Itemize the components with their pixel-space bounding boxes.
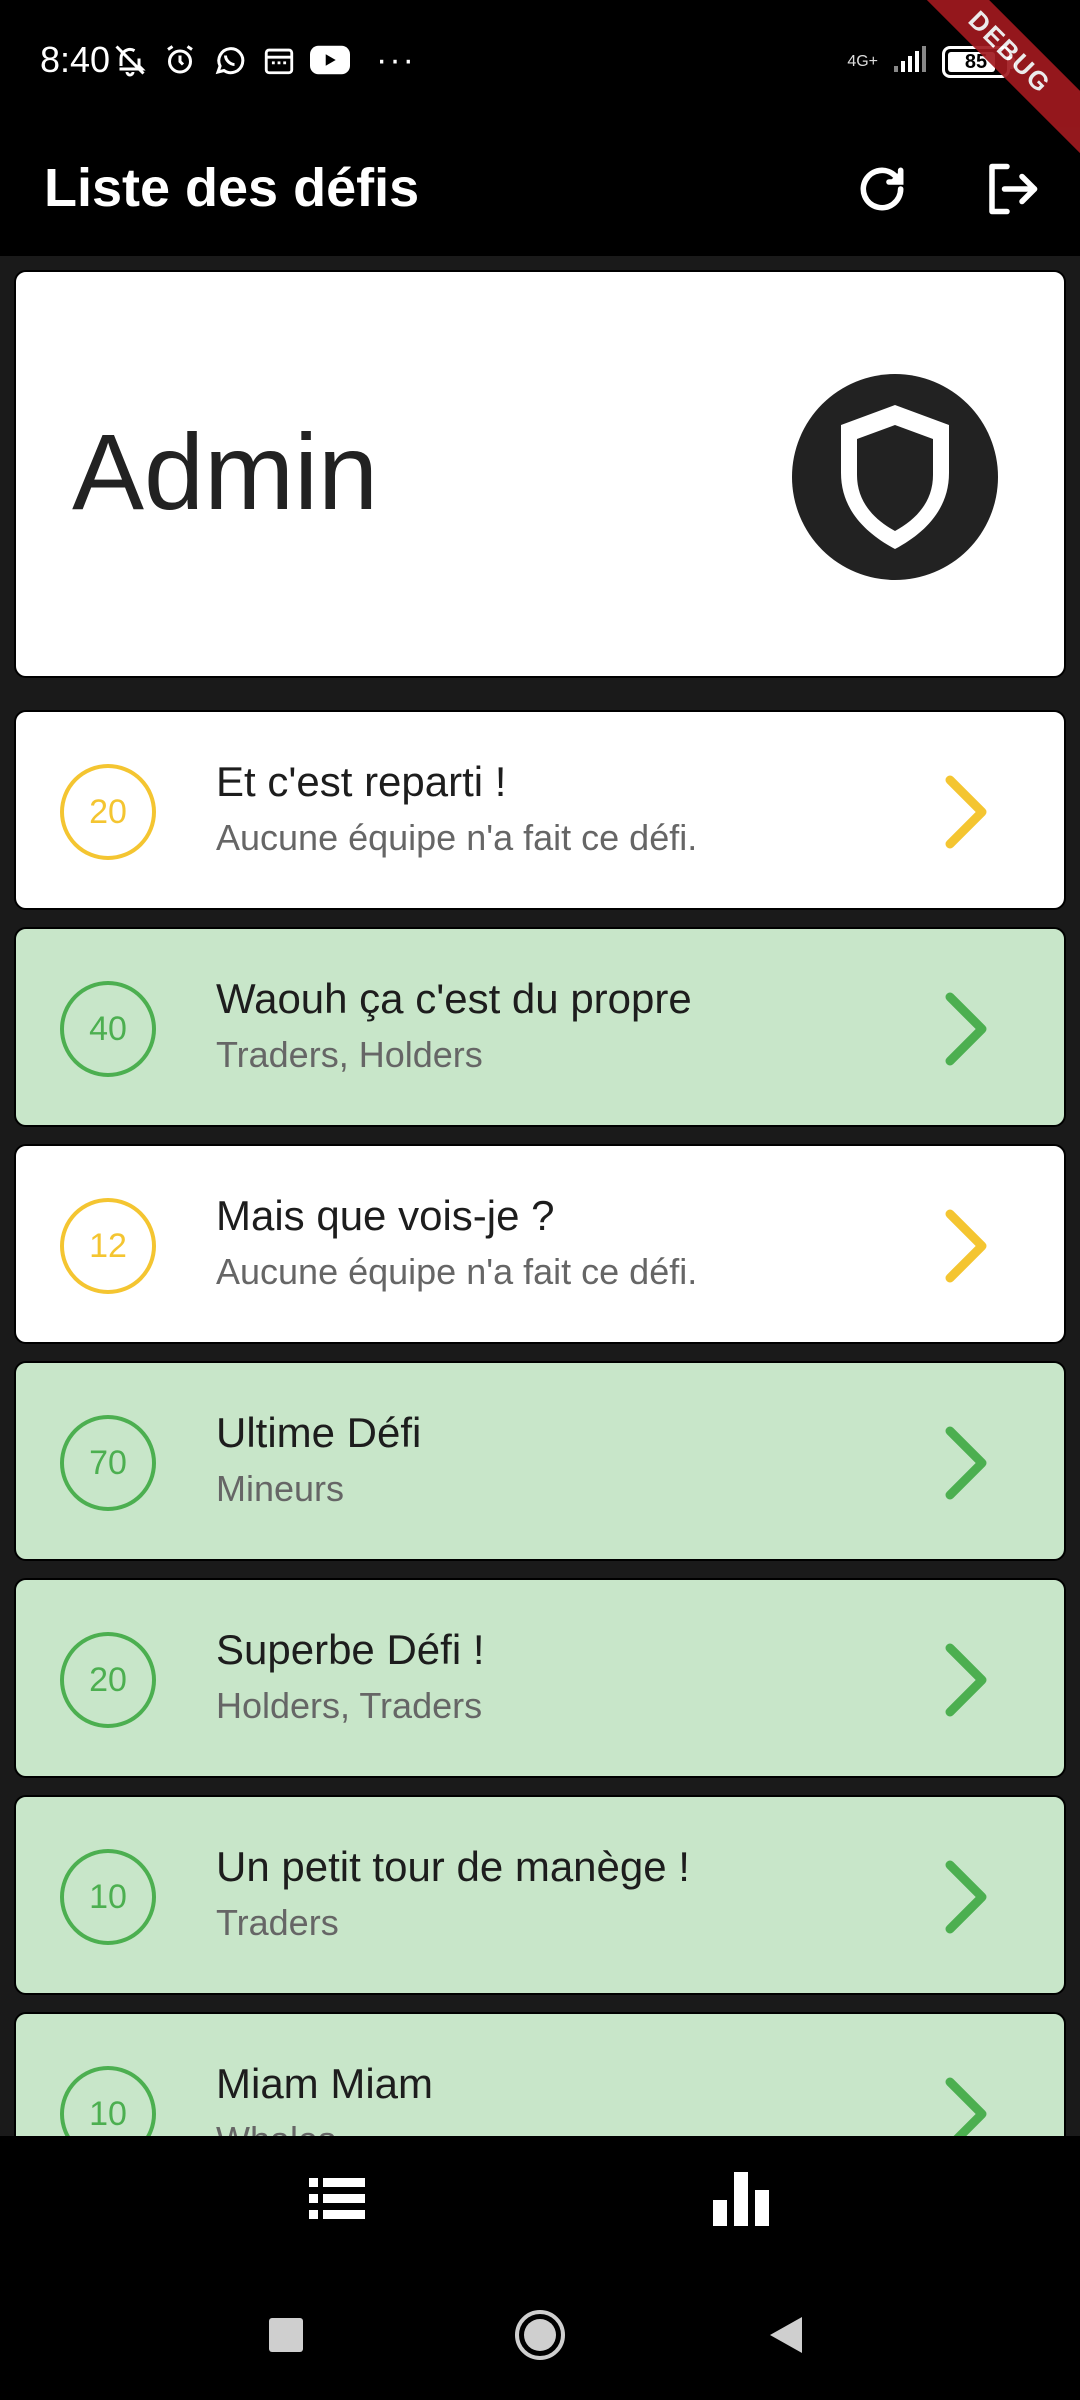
admin-card: Admin	[14, 270, 1066, 678]
back-icon	[768, 2315, 804, 2360]
nav-challenges-list[interactable]	[277, 2156, 397, 2246]
points-badge: 10	[60, 2066, 156, 2136]
admin-name: Admin	[72, 411, 379, 532]
chevron-right-icon	[945, 1643, 987, 1717]
challenge-title: Et c'est reparti !	[216, 758, 507, 805]
logout-icon	[982, 159, 1042, 224]
challenge-item[interactable]: 10 Miam Miam Whales	[14, 2012, 1066, 2136]
status-time: 8:40	[40, 39, 111, 80]
network-type: 4G+	[847, 52, 878, 70]
chevron-right-icon	[945, 1860, 987, 1934]
chevron-right-icon	[945, 1209, 987, 1283]
challenge-teams: Whales	[216, 2118, 336, 2136]
refresh-icon	[854, 161, 910, 222]
signal-icon	[892, 44, 928, 79]
points-badge: 20	[60, 764, 156, 860]
challenge-item[interactable]: 40 Waouh ça c'est du propre Traders, Hol…	[14, 927, 1066, 1127]
challenge-title: Un petit tour de manège !	[216, 1843, 690, 1890]
challenge-teams: Mineurs	[216, 1468, 345, 1509]
challenge-title: Miam Miam	[216, 2060, 433, 2107]
recents-button[interactable]	[246, 2302, 326, 2372]
challenge-title: Mais que vois-je ?	[216, 1192, 555, 1239]
points-badge: 10	[60, 1849, 156, 1945]
challenge-item[interactable]: 20 Et c'est reparti ! Aucune équipe n'a …	[14, 710, 1066, 910]
overflow-dots: ···	[376, 41, 416, 79]
chevron-right-icon	[945, 2077, 987, 2136]
challenge-item[interactable]: 70 Ultime Défi Mineurs	[14, 1361, 1066, 1561]
points-badge: 40	[60, 981, 156, 1077]
nav-statistics[interactable]	[682, 2156, 802, 2246]
list-icon	[309, 2176, 365, 2227]
points-badge: 70	[60, 1415, 156, 1511]
bar-chart-icon	[713, 2171, 771, 2231]
home-icon	[514, 2309, 566, 2366]
refresh-button[interactable]	[842, 151, 922, 231]
challenge-item[interactable]: 10 Un petit tour de manège ! Traders	[14, 1795, 1066, 1995]
challenge-item[interactable]: 12 Mais que vois-je ? Aucune équipe n'a …	[14, 1144, 1066, 1344]
challenge-teams: Aucune équipe n'a fait ce défi.	[216, 817, 698, 858]
status-bar: 8:40 ··· 4G+ 85	[0, 0, 1080, 126]
challenge-teams: Holders, Traders	[216, 1685, 483, 1726]
bell-off-icon	[112, 42, 148, 78]
challenge-list[interactable]: Admin 20 Et c'est reparti ! Aucune équip…	[0, 256, 1080, 2136]
recents-icon	[269, 2317, 303, 2357]
challenge-teams: Aucune équipe n'a fait ce défi.	[216, 1251, 698, 1292]
logout-button[interactable]	[972, 151, 1052, 231]
chevron-right-icon	[945, 1426, 987, 1500]
challenge-title: Waouh ça c'est du propre	[216, 975, 692, 1022]
chevron-right-icon	[945, 992, 987, 1066]
points-badge: 20	[60, 1632, 156, 1728]
bottom-navigation	[0, 2136, 1080, 2270]
challenge-teams: Traders, Holders	[216, 1034, 483, 1075]
challenge-title: Superbe Défi !	[216, 1626, 485, 1673]
points-badge: 12	[60, 1198, 156, 1294]
challenge-title: Ultime Défi	[216, 1409, 422, 1456]
home-button[interactable]	[500, 2302, 580, 2372]
shield-icon	[792, 374, 998, 580]
challenge-item[interactable]: 20 Superbe Défi ! Holders, Traders	[14, 1578, 1066, 1778]
system-navigation	[0, 2270, 1080, 2400]
page-title: Liste des défis	[44, 158, 420, 218]
chevron-right-icon	[945, 775, 987, 849]
whatsapp-icon	[212, 42, 248, 78]
challenge-teams: Traders	[216, 1902, 339, 1943]
youtube-icon	[310, 44, 350, 76]
calendar-icon	[262, 43, 296, 77]
notification-icons: ···	[112, 40, 416, 80]
app-bar: Liste des défis	[0, 126, 1080, 256]
back-button[interactable]	[746, 2302, 826, 2372]
alarm-icon	[162, 42, 198, 78]
